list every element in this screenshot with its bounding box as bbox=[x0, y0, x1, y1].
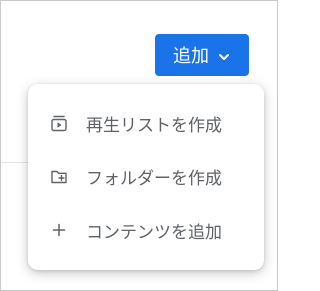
chevron-down-icon bbox=[217, 48, 231, 62]
plus-icon bbox=[50, 221, 68, 239]
add-button[interactable]: 追加 bbox=[155, 34, 249, 76]
menu-item-label: 再生リストを作成 bbox=[86, 115, 222, 136]
menu-item-label: コンテンツを追加 bbox=[86, 222, 222, 243]
add-button-label: 追加 bbox=[173, 46, 209, 67]
panel-frame: 追加 再生リストを作成 フォルダーを作成 コンテンツを追加 bbox=[0, 0, 278, 291]
menu-item-add-content[interactable]: コンテンツを追加 bbox=[28, 204, 264, 256]
menu-item-label: フォルダーを作成 bbox=[86, 168, 222, 189]
menu-item-create-folder[interactable]: フォルダーを作成 bbox=[28, 150, 264, 202]
folder-add-icon bbox=[50, 167, 68, 185]
add-dropdown-menu: 再生リストを作成 フォルダーを作成 コンテンツを追加 bbox=[28, 84, 264, 270]
playlist-icon bbox=[50, 114, 68, 132]
menu-item-create-playlist[interactable]: 再生リストを作成 bbox=[28, 97, 264, 149]
